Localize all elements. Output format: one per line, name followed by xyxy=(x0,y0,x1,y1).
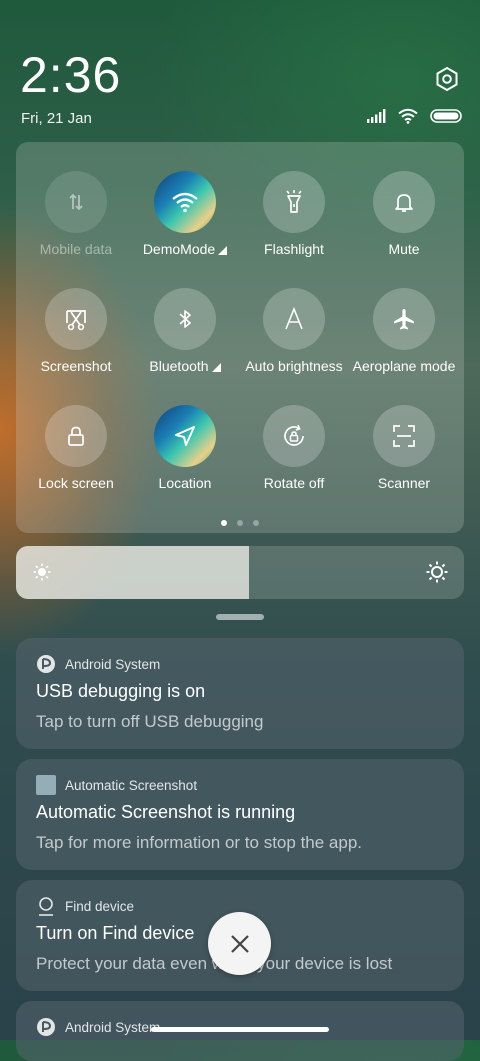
tile-auto-brightness-label: Auto brightness xyxy=(245,358,343,374)
page-indicator xyxy=(0,520,480,526)
tile-mobile-data[interactable]: Mobile data xyxy=(21,171,131,257)
tile-aeroplane-mode-button[interactable] xyxy=(373,288,435,350)
tile-flashlight[interactable]: Flashlight xyxy=(239,171,349,257)
settings-button[interactable] xyxy=(434,66,460,92)
notification-title: Automatic Screenshot is running xyxy=(36,802,296,822)
tile-location[interactable]: Location xyxy=(130,405,240,491)
bluetooth-icon xyxy=(179,310,191,328)
tile-aeroplane-mode-label: Aeroplane mode xyxy=(352,358,456,374)
tile-location-button[interactable] xyxy=(154,405,216,467)
tile-rotate-off-label: Rotate off xyxy=(263,475,325,491)
home-indicator[interactable] xyxy=(151,1027,329,1032)
tile-scanner[interactable]: Scanner xyxy=(349,405,459,491)
rotation-lock-icon xyxy=(284,424,304,446)
brightness-low-icon xyxy=(33,563,51,581)
automatic-screenshot-icon xyxy=(36,775,56,795)
find-device-icon xyxy=(39,897,53,916)
tile-aeroplane-mode[interactable]: Aeroplane mode xyxy=(349,288,459,374)
page-dot[interactable] xyxy=(253,520,259,526)
android-system-icon xyxy=(37,655,55,673)
tile-lock-screen-label: Lock screen xyxy=(38,475,114,491)
scanner-icon xyxy=(393,425,415,447)
notification-usb-debugging[interactable]: Android System USB debugging is on Tap t… xyxy=(16,638,464,749)
battery-icon xyxy=(430,109,462,123)
tile-auto-brightness[interactable]: Auto brightness xyxy=(239,288,349,374)
tile-demomode-button[interactable] xyxy=(154,171,216,233)
status-icons xyxy=(366,108,462,124)
notification-title: Turn on Find device xyxy=(36,923,195,943)
location-icon xyxy=(175,426,195,446)
tile-demomode-label: DemoMode xyxy=(130,241,240,257)
clock: 2:36 xyxy=(20,47,122,103)
tile-lock-screen-button[interactable] xyxy=(45,405,107,467)
tile-mute-label: Mute xyxy=(388,241,420,257)
tile-mute[interactable]: Mute xyxy=(349,171,459,257)
notification-body: Tap to turn off USB debugging xyxy=(36,712,264,731)
clear-all-button[interactable] xyxy=(208,912,271,975)
notification-app-row: Android System xyxy=(36,1017,160,1037)
signal-icon xyxy=(367,109,386,123)
wifi-icon xyxy=(172,192,198,213)
notification-app-name: Android System xyxy=(65,656,161,672)
tile-scanner-button[interactable] xyxy=(373,405,435,467)
menu-triangle-icon xyxy=(211,362,221,372)
tile-rotate-off[interactable]: Rotate off xyxy=(239,405,349,491)
settings-hexagon-icon xyxy=(436,66,458,92)
tile-bluetooth-label: Bluetooth xyxy=(130,358,240,374)
airplane-icon xyxy=(394,309,414,330)
close-icon xyxy=(230,934,249,953)
notification-title: USB debugging is on xyxy=(36,681,206,701)
tile-auto-brightness-button[interactable] xyxy=(263,288,325,350)
notification-app-row: Automatic Screenshot xyxy=(36,775,197,795)
tile-bluetooth-button[interactable] xyxy=(154,288,216,350)
notification-body: Tap for more information or to stop the … xyxy=(36,833,363,852)
notification-app-name: Android System xyxy=(65,1019,161,1035)
tile-rotate-off-button[interactable] xyxy=(263,405,325,467)
lock-icon xyxy=(68,426,84,446)
menu-triangle-icon xyxy=(218,245,228,255)
tile-screenshot-button[interactable] xyxy=(45,288,107,350)
tile-flashlight-button[interactable] xyxy=(263,171,325,233)
page-dot[interactable] xyxy=(237,520,243,526)
tile-mobile-data-button[interactable] xyxy=(45,171,107,233)
tile-mute-button[interactable] xyxy=(373,171,435,233)
mobile-data-icon xyxy=(69,193,83,211)
notification-app-name: Automatic Screenshot xyxy=(65,777,198,793)
bell-icon xyxy=(395,194,413,212)
tile-lock-screen[interactable]: Lock screen xyxy=(21,405,131,491)
wifi-icon xyxy=(398,108,418,124)
tile-scanner-label: Scanner xyxy=(377,475,431,491)
flashlight-icon xyxy=(286,190,302,213)
brightness-high-icon xyxy=(426,561,448,583)
tile-demomode[interactable]: DemoMode xyxy=(130,171,240,257)
android-system-icon xyxy=(37,1018,55,1036)
page-dot[interactable] xyxy=(221,520,227,526)
scissors-icon xyxy=(66,310,86,331)
date: Fri, 21 Jan xyxy=(21,110,92,127)
tile-screenshot[interactable]: Screenshot xyxy=(21,288,131,374)
notification-app-row: Find device xyxy=(36,896,134,916)
notification-automatic-screenshot[interactable]: Automatic Screenshot Automatic Screensho… xyxy=(16,759,464,870)
tile-screenshot-label: Screenshot xyxy=(40,358,112,374)
tile-location-label: Location xyxy=(158,475,212,491)
tile-mobile-data-label: Mobile data xyxy=(39,241,113,257)
auto-brightness-icon xyxy=(285,307,303,330)
notification-app-name: Find device xyxy=(65,898,135,914)
tile-flashlight-label: Flashlight xyxy=(264,241,324,257)
notification-app-row: Android System xyxy=(36,654,160,674)
tile-bluetooth[interactable]: Bluetooth xyxy=(130,288,240,374)
brightness-slider[interactable] xyxy=(16,546,464,599)
panel-drag-handle[interactable] xyxy=(216,614,264,620)
